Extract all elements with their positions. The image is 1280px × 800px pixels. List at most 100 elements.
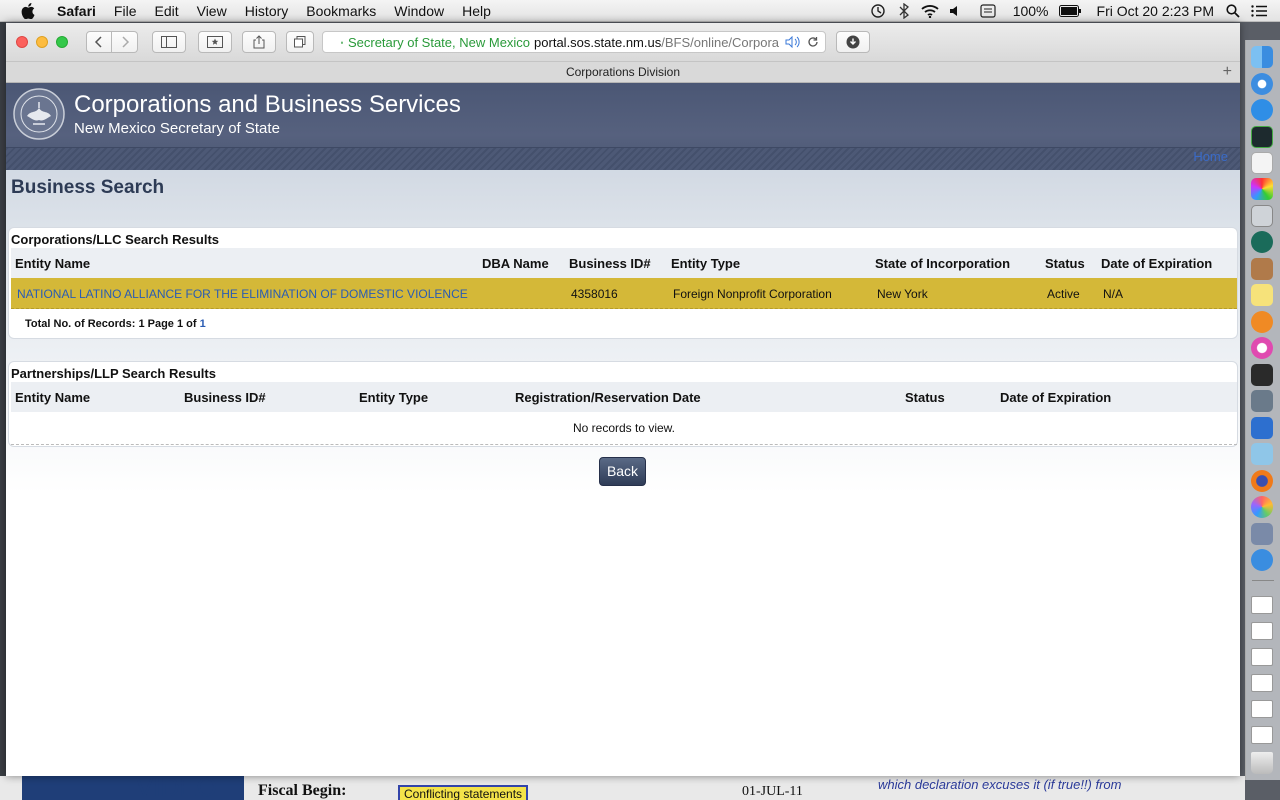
spotlight-search-icon[interactable] [1224,2,1242,20]
trash-icon[interactable] [1251,752,1273,774]
table-row[interactable]: NATIONAL LATINO ALLIANCE FOR THE ELIMINA… [11,278,1237,309]
imovie-icon[interactable] [1251,364,1273,386]
share-icon [253,35,265,49]
share-button[interactable] [242,31,276,53]
column-date-of-expiration[interactable]: Date of Expiration [1000,390,1111,405]
column-entity-name[interactable]: Entity Name [15,256,90,271]
banner-home-link[interactable]: Home [1193,149,1228,164]
banner-stripe-bar [6,147,1240,170]
close-window-button[interactable] [16,36,28,48]
partnerships-table-header: Entity Name Business ID# Entity Type Reg… [11,382,1237,412]
minimized-window-icon[interactable] [1251,674,1273,692]
app-store-icon[interactable] [1251,99,1273,121]
status-cell: Active [1047,287,1080,301]
no-records-message: No records to view. [11,412,1237,445]
menu-help[interactable]: Help [453,3,500,19]
menu-view[interactable]: View [188,3,236,19]
time-machine-icon[interactable] [869,2,887,20]
textedit-icon[interactable] [1251,152,1273,174]
wifi-icon[interactable] [921,2,939,20]
minimized-window-icon[interactable] [1251,596,1273,614]
column-dba-name[interactable]: DBA Name [482,256,549,271]
notification-center-icon[interactable] [1250,2,1268,20]
minimized-window-icon[interactable] [1251,726,1273,744]
forward-nav-button[interactable] [112,31,138,53]
download-icon [846,35,860,49]
battery-percent: 100% [1012,2,1049,19]
minimized-window-icon[interactable] [1251,622,1273,640]
menu-window[interactable]: Window [385,3,453,19]
column-business-id[interactable]: Business ID# [184,390,266,405]
notebook-icon[interactable] [1251,258,1273,280]
screenshot-icon[interactable] [1251,205,1273,227]
minimize-window-button[interactable] [36,36,48,48]
menu-edit[interactable]: Edit [145,3,187,19]
top-sites-button[interactable] [198,31,232,53]
web-page: Corporations and Business Services New M… [6,83,1240,776]
column-state-of-incorporation[interactable]: State of Incorporation [875,256,1010,271]
column-registration-date[interactable]: Registration/Reservation Date [515,390,701,405]
sidebar-toggle-button[interactable] [152,31,186,53]
state-seal-logo [13,88,65,140]
apple-icon[interactable] [18,2,38,19]
address-actions [779,36,819,48]
back-button[interactable]: Back [599,457,646,486]
ibooks-icon[interactable] [1251,311,1273,333]
menu-history[interactable]: History [236,3,298,19]
activity-monitor-icon[interactable] [1251,126,1273,148]
menu-app-name[interactable]: Safari [48,3,105,19]
pagination-total-pages[interactable]: 1 [200,318,206,330]
battery-icon[interactable] [1058,2,1081,20]
photos-icon[interactable] [1251,496,1273,518]
firefox-icon[interactable] [1251,470,1273,492]
column-date-of-expiration[interactable]: Date of Expiration [1101,256,1212,271]
minimized-window-icon[interactable] [1251,648,1273,666]
sidebar-icon [161,36,177,48]
minimized-window-icon[interactable] [1251,700,1273,718]
keyboard-input-icon[interactable] [979,2,997,20]
downloads-stack-icon[interactable] [1251,549,1273,571]
chevron-left-icon [94,36,102,48]
tab-bar: Corporations Division + [6,61,1240,83]
background-text-video: VIDEO [136,776,217,800]
clock[interactable]: Fri Oct 20 2:23 PM [1091,3,1220,19]
site-banner: Corporations and Business Services New M… [6,83,1240,170]
bluetooth-icon[interactable] [895,2,913,20]
tabs-icon [294,36,306,48]
downloads-button[interactable] [836,31,870,53]
finder-icon[interactable] [1251,46,1273,68]
chevron-right-icon [121,36,129,48]
audio-icon[interactable] [785,36,801,48]
reload-icon[interactable] [807,36,819,48]
notes-icon[interactable] [1251,284,1273,306]
column-status[interactable]: Status [905,390,945,405]
menu-file[interactable]: File [105,3,146,19]
new-tab-button[interactable]: + [1223,62,1232,82]
back-nav-button[interactable] [86,31,112,53]
tab-overview-button[interactable] [286,31,314,53]
lock-icon [341,40,343,44]
fullscreen-window-button[interactable] [56,36,68,48]
itunes-icon[interactable] [1251,337,1273,359]
safari-window: Secretary of State, New Mexico portal.so… [6,23,1240,776]
time-machine-app-icon[interactable] [1251,231,1273,253]
keynote-icon[interactable] [1251,417,1273,439]
column-entity-type[interactable]: Entity Type [671,256,740,271]
column-status[interactable]: Status [1045,256,1085,271]
preview-icon[interactable] [1251,443,1273,465]
column-entity-name[interactable]: Entity Name [15,390,90,405]
tab-title[interactable]: Corporations Division [566,65,680,79]
menu-bookmarks[interactable]: Bookmarks [297,3,385,19]
volume-icon[interactable] [947,2,965,20]
address-bar[interactable]: Secretary of State, New Mexico portal.so… [322,31,826,53]
script-editor-icon[interactable] [1251,390,1273,412]
entity-name-link[interactable]: NATIONAL LATINO ALLIANCE FOR THE ELIMINA… [17,287,468,301]
background-text-fiscal: Fiscal Begin: [258,782,347,799]
safari-icon[interactable] [1251,73,1273,95]
column-business-id[interactable]: Business ID# [569,256,651,271]
color-picker-icon[interactable] [1251,178,1273,200]
site-title: Corporations and Business Services [74,91,461,118]
page-title: Business Search [11,177,165,198]
column-entity-type[interactable]: Entity Type [359,390,428,405]
scanner-icon[interactable] [1251,523,1273,545]
